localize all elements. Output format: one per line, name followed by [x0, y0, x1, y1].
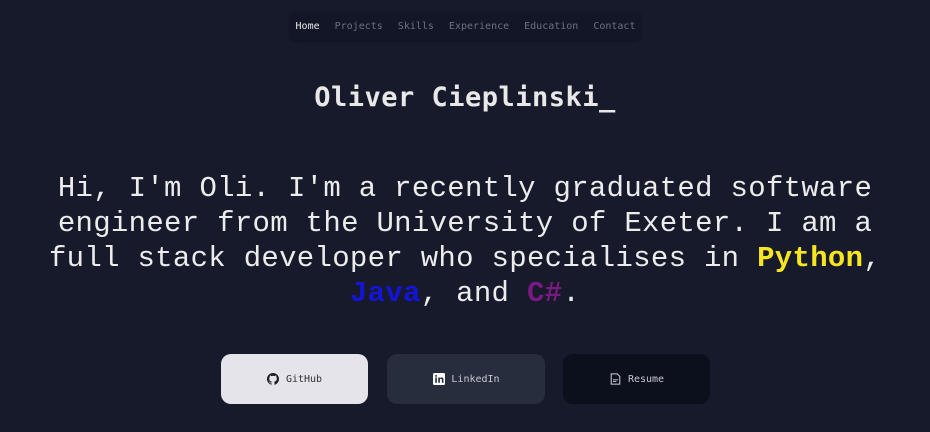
- intro-line-4: Java, and C#.: [0, 276, 930, 311]
- linkedin-button-label: LinkedIn: [451, 373, 500, 385]
- resume-button[interactable]: Resume: [563, 354, 710, 404]
- intro-period: .: [562, 277, 581, 310]
- hero-name-text: Oliver Cieplinski: [314, 82, 600, 113]
- intro-line-2: engineer from the University of Exeter. …: [57, 207, 873, 240]
- intro-line-3: full stack developer who specialises in …: [0, 241, 930, 276]
- resume-button-label: Resume: [627, 373, 665, 385]
- top-nav: Home Projects Skills Experience Educatio…: [290, 12, 641, 40]
- intro-and: , and: [420, 277, 527, 310]
- nav-projects[interactable]: Projects: [327, 21, 390, 32]
- github-button[interactable]: GitHub: [221, 354, 368, 404]
- hero-name: Oliver Cieplinski_: [0, 82, 930, 113]
- typing-cursor: _: [599, 82, 616, 113]
- linkedin-button[interactable]: LinkedIn: [387, 354, 545, 404]
- lang-java: Java: [349, 277, 421, 310]
- lang-csharp: C#: [526, 277, 563, 310]
- intro-comma: ,: [863, 242, 882, 275]
- document-icon: [609, 373, 622, 386]
- intro-line-1: Hi, I'm Oli. I'm a recently graduated so…: [57, 172, 873, 205]
- linkedin-icon: [432, 373, 445, 386]
- github-icon: [267, 373, 280, 386]
- hero-intro: Hi, I'm Oli. I'm a recently graduated so…: [0, 171, 930, 311]
- social-buttons: GitHub LinkedIn Resume: [0, 354, 930, 404]
- lang-python: Python: [757, 242, 864, 275]
- nav-contact[interactable]: Contact: [586, 21, 643, 32]
- intro-line-3-text: full stack developer who specialises in: [48, 242, 758, 275]
- nav-education[interactable]: Education: [517, 21, 586, 32]
- nav-skills[interactable]: Skills: [390, 21, 441, 32]
- nav-experience[interactable]: Experience: [441, 21, 516, 32]
- github-button-label: GitHub: [285, 373, 323, 385]
- nav-home[interactable]: Home: [288, 21, 327, 32]
